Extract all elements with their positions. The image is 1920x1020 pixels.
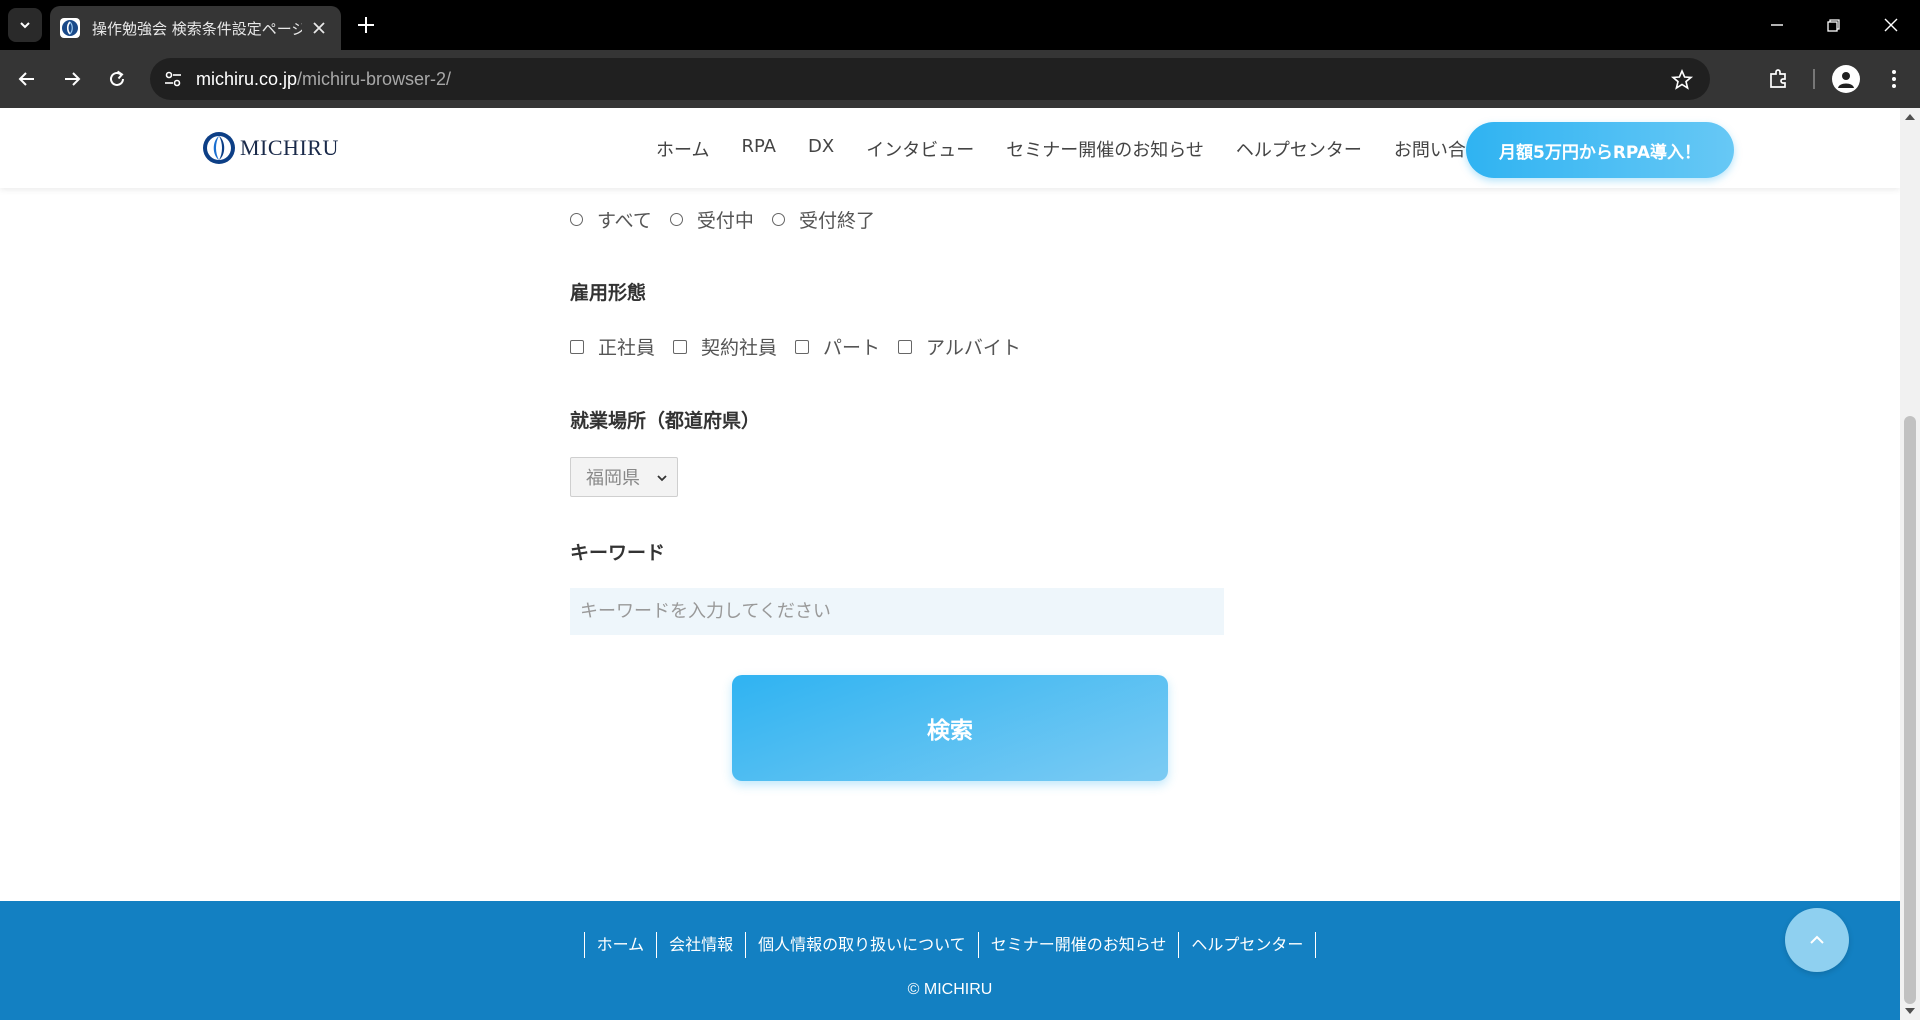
- logo-text: MICHIRU: [240, 135, 339, 160]
- puzzle-icon[interactable]: [1766, 66, 1792, 92]
- back-to-top-button[interactable]: [1785, 908, 1849, 972]
- status-option-all[interactable]: すべて: [570, 206, 652, 233]
- kebab-icon[interactable]: [1881, 66, 1907, 92]
- star-icon[interactable]: [1670, 68, 1694, 92]
- employment-option-arubaito[interactable]: アルバイト: [898, 333, 1021, 360]
- tab-list-button[interactable]: [8, 8, 42, 42]
- nav-link-rpa[interactable]: RPA: [741, 136, 776, 162]
- employment-option-parttime[interactable]: パート: [795, 333, 880, 360]
- nav-link-seminar[interactable]: セミナー開催のお知らせ: [1006, 136, 1204, 162]
- person-icon: [1838, 72, 1854, 88]
- nav-link-dx[interactable]: DX: [808, 136, 834, 162]
- radio-button[interactable]: [570, 213, 583, 226]
- employment-type-label: 雇用形態: [570, 282, 647, 304]
- option-label: 契約社員: [701, 337, 778, 359]
- url-path: /michiru-browser-2/: [297, 69, 452, 89]
- search-button[interactable]: 検索: [732, 675, 1168, 781]
- chevron-down-icon: [657, 475, 667, 482]
- checkbox[interactable]: [898, 339, 913, 354]
- scroll-down-arrow-icon[interactable]: [1905, 1008, 1915, 1014]
- status-radio-group: すべて 受付中 受付終了: [570, 206, 893, 233]
- rpa-cta-button[interactable]: 月額5万円からRPA導入！: [1466, 122, 1734, 178]
- page-scrollbar[interactable]: [1900, 108, 1920, 1020]
- radio-button[interactable]: [669, 213, 683, 226]
- radio-button[interactable]: [771, 213, 785, 226]
- url-host: michiru.co.jp: [196, 69, 298, 89]
- chevron-down-icon: [20, 22, 30, 29]
- site-header: MICHIRU ホーム RPA DX インタビュー セミナー開催のお知らせ ヘル…: [0, 108, 1900, 188]
- tune-icon[interactable]: [162, 68, 184, 90]
- close-window-icon[interactable]: [1878, 12, 1904, 38]
- footer-link-help-center[interactable]: ヘルプセンター: [1178, 932, 1317, 958]
- option-label: アルバイト: [926, 337, 1021, 359]
- prefecture-select-value: 福岡県: [586, 468, 640, 489]
- option-label: すべて: [597, 210, 652, 232]
- scrollbar-thumb[interactable]: [1904, 416, 1916, 1004]
- prefecture-select[interactable]: 福岡県: [570, 457, 678, 497]
- employment-option-fulltime[interactable]: 正社員: [570, 333, 655, 360]
- status-option-closed[interactable]: 受付終了: [771, 206, 875, 233]
- main-nav: ホーム RPA DX インタビュー セミナー開催のお知らせ ヘルプセンター お問…: [656, 136, 1516, 162]
- option-label: 正社員: [598, 337, 656, 359]
- copyright: © MICHIRU: [907, 981, 993, 998]
- browser-tab[interactable]: 操作勉強会 検索条件設定ページ: [50, 6, 341, 50]
- status-option-open[interactable]: 受付中: [669, 206, 754, 233]
- site-logo[interactable]: MICHIRU: [202, 131, 339, 165]
- arrow-left-icon[interactable]: [14, 66, 40, 92]
- option-label: 受付中: [696, 210, 754, 232]
- footer-links: ホーム 会社情報 個人情報の取り扱いについて セミナー開催のお知らせ ヘルプセン…: [0, 932, 1900, 958]
- chevron-up-icon: [1810, 935, 1824, 944]
- checkbox[interactable]: [673, 339, 688, 354]
- footer-link-seminar[interactable]: セミナー開催のお知らせ: [977, 932, 1179, 958]
- option-label: パート: [823, 337, 881, 359]
- keyword-input[interactable]: [570, 588, 1224, 635]
- keyword-label: キーワード: [570, 542, 666, 564]
- minimize-icon[interactable]: [1764, 12, 1790, 38]
- profile-button[interactable]: [1832, 65, 1860, 93]
- michiru-logo-icon: [203, 132, 235, 164]
- browser-tab-bar: 操作勉強会 検索条件設定ページ: [0, 0, 1920, 50]
- page-viewport: MICHIRU ホーム RPA DX インタビュー セミナー開催のお知らせ ヘル…: [0, 108, 1900, 1020]
- browser-toolbar: michiru.co.jp/michiru-browser-2/: [0, 50, 1920, 108]
- restore-icon[interactable]: [1820, 12, 1846, 38]
- site-footer: ホーム 会社情報 個人情報の取り扱いについて セミナー開催のお知らせ ヘルプセン…: [0, 901, 1900, 1020]
- nav-link-home[interactable]: ホーム: [656, 136, 709, 162]
- scroll-up-arrow-icon[interactable]: [1905, 114, 1915, 120]
- toolbar-divider: [1813, 69, 1815, 89]
- work-location-label: 就業場所（都道府県）: [570, 410, 761, 432]
- footer-link-company[interactable]: 会社情報: [656, 932, 745, 958]
- address-bar[interactable]: michiru.co.jp/michiru-browser-2/: [150, 58, 1710, 100]
- plus-icon[interactable]: [354, 13, 378, 37]
- footer-link-privacy[interactable]: 個人情報の取り扱いについて: [745, 932, 978, 958]
- checkbox[interactable]: [795, 339, 810, 354]
- checkbox[interactable]: [570, 339, 584, 354]
- arrow-right-icon[interactable]: [59, 66, 85, 92]
- reload-icon[interactable]: [104, 66, 130, 92]
- tab-title: 操作勉強会 検索条件設定ページ: [92, 19, 302, 38]
- close-icon[interactable]: [309, 18, 329, 38]
- footer-link-home[interactable]: ホーム: [583, 932, 657, 958]
- url-text: michiru.co.jp/michiru-browser-2/: [196, 69, 451, 90]
- option-label: 受付終了: [798, 210, 875, 232]
- nav-link-help-center[interactable]: ヘルプセンター: [1236, 136, 1362, 162]
- nav-link-interview[interactable]: インタビュー: [866, 136, 974, 162]
- employment-option-contract[interactable]: 契約社員: [673, 333, 777, 360]
- employment-checkbox-group: 正社員 契約社員 パート アルバイト: [570, 333, 1039, 360]
- michiru-logo-icon: [60, 18, 80, 38]
